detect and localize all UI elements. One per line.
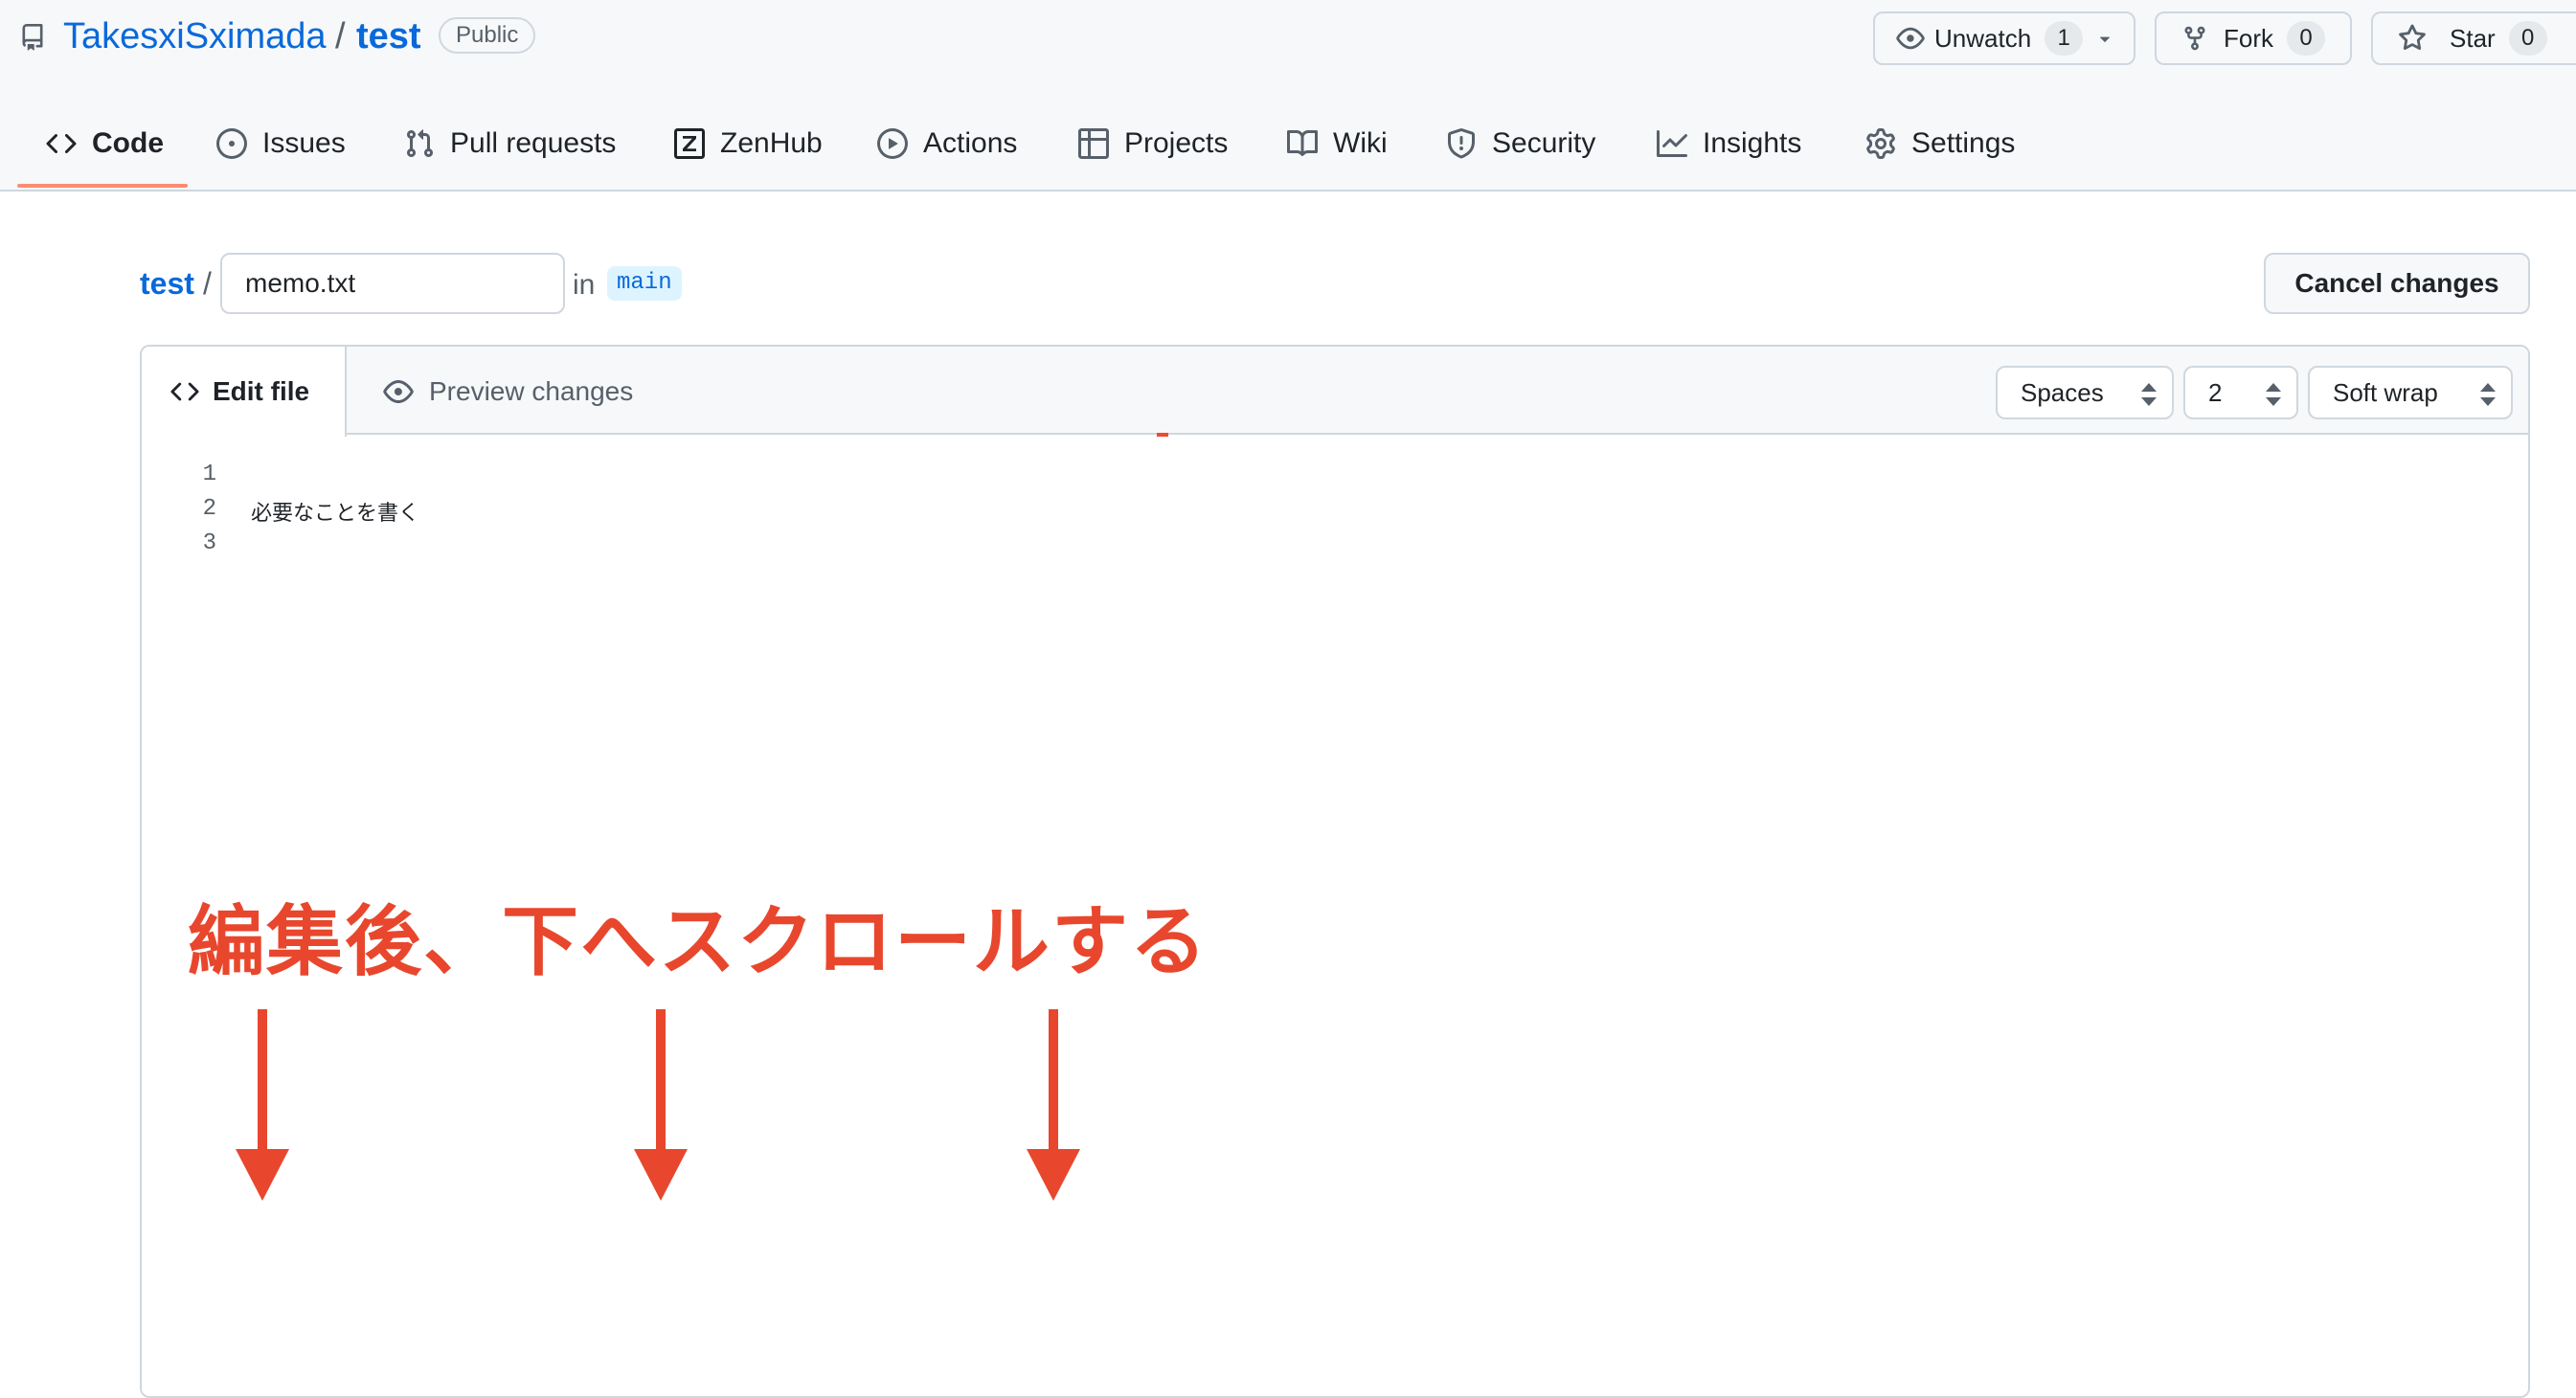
gear-icon (1866, 128, 1895, 159)
star-button[interactable]: Star 0 (2371, 11, 2576, 65)
breadcrumb-separator: / (203, 266, 212, 301)
fork-icon (2184, 26, 2205, 51)
caret-down-icon (2100, 36, 2111, 42)
tab-actions[interactable]: Actions (877, 115, 1017, 172)
indent-mode-select[interactable]: Spaces (1996, 366, 2174, 419)
pull-request-icon (406, 129, 434, 158)
tab-wiki-label: Wiki (1333, 127, 1388, 159)
down-arrow-icon (236, 1009, 289, 1201)
star-count: 0 (2508, 21, 2547, 56)
tab-insights[interactable]: Insights (1657, 115, 1801, 172)
tab-pull-requests[interactable]: Pull requests (404, 115, 616, 172)
branch-name: main (607, 266, 682, 301)
book-icon (1287, 129, 1318, 156)
watch-count: 1 (2045, 21, 2084, 56)
shield-icon (1448, 128, 1475, 159)
unwatch-button[interactable]: Unwatch 1 (1873, 11, 2135, 65)
tab-security[interactable]: Security (1446, 115, 1595, 172)
tab-issues[interactable]: Issues (216, 115, 346, 172)
star-icon (2399, 24, 2426, 51)
preview-changes-label: Preview changes (429, 376, 634, 406)
tab-insights-label: Insights (1703, 127, 1802, 159)
repo-icon (22, 24, 43, 51)
play-icon (877, 128, 908, 159)
eye-icon (1896, 27, 1925, 50)
preview-changes-tab[interactable]: Preview changes (383, 368, 633, 416)
tab-issues-label: Issues (262, 127, 346, 159)
code-icon (170, 382, 199, 401)
fork-button[interactable]: Fork 0 (2155, 11, 2352, 65)
breadcrumb-repo-link[interactable]: test (140, 260, 194, 306)
down-arrow-icon (1027, 1009, 1080, 1201)
fork-label: Fork (2224, 23, 2273, 53)
tab-wiki[interactable]: Wiki (1287, 115, 1388, 172)
wrap-mode-select[interactable]: Soft wrap (2308, 366, 2513, 419)
tab-projects[interactable]: Projects (1078, 115, 1228, 172)
star-label: Star (2450, 23, 2496, 53)
tab-settings-label: Settings (1911, 127, 2016, 159)
eye-icon (383, 380, 414, 403)
cursor-mark (1157, 433, 1168, 437)
filename-input[interactable] (220, 253, 565, 314)
code-line[interactable]: 必要なことを書く (251, 496, 419, 527)
line-number: 2 (202, 496, 216, 522)
branch-in-label: in (573, 269, 596, 301)
cancel-changes-button[interactable]: Cancel changes (2264, 253, 2530, 314)
tab-security-label: Security (1492, 127, 1596, 159)
visibility-badge: Public (439, 17, 536, 54)
line-number: 1 (202, 462, 216, 487)
tab-code-label: Code (92, 127, 164, 159)
select-arrows-icon (2141, 383, 2157, 406)
repo-name-link[interactable]: test (356, 11, 421, 61)
line-number: 3 (202, 530, 216, 556)
select-arrows-icon (2480, 383, 2496, 406)
scroll-instruction-annotation: 編集後、下へスクロールする (188, 897, 1209, 986)
tab-code[interactable]: Code (46, 115, 164, 172)
zenhub-icon (674, 128, 705, 159)
indent-mode-value: Spaces (2021, 377, 2104, 407)
tab-actions-label: Actions (923, 127, 1018, 159)
tab-pull-requests-label: Pull requests (450, 127, 617, 159)
down-arrow-icon (634, 1009, 688, 1201)
fork-count: 0 (2287, 21, 2325, 56)
editor-container (140, 345, 2530, 1398)
repo-owner-link[interactable]: TakesxiSximada (63, 11, 327, 61)
table-icon (1078, 128, 1109, 159)
tab-projects-label: Projects (1124, 127, 1229, 159)
repo-path-separator: / (335, 16, 346, 56)
edit-file-tab[interactable]: Edit file (142, 347, 347, 437)
edit-file-label: Edit file (213, 376, 310, 406)
unwatch-label: Unwatch (1934, 23, 2032, 53)
select-arrows-icon (2266, 383, 2281, 406)
tab-zenhub-label: ZenHub (720, 127, 823, 159)
tab-zenhub[interactable]: ZenHub (674, 115, 823, 172)
indent-size-select[interactable]: 2 (2183, 366, 2298, 419)
issue-icon (216, 128, 247, 159)
repo-header: TakesxiSximada / test Public Unwatch 1 F… (0, 0, 2576, 192)
code-icon (46, 133, 77, 154)
indent-size-value: 2 (2208, 377, 2223, 407)
active-tab-indicator (17, 184, 188, 188)
graph-icon (1657, 130, 1687, 157)
wrap-mode-value: Soft wrap (2333, 377, 2438, 407)
tab-settings[interactable]: Settings (1865, 115, 2015, 172)
